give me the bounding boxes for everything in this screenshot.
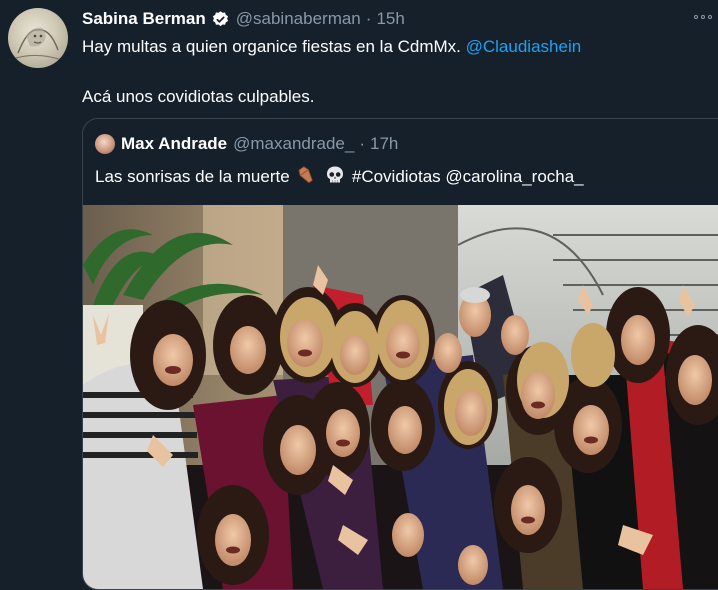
quoted-text-part2: #Covidiotas @carolina_rocha_ [351,167,584,186]
tweet-text-line2: Acá unos covidiotas culpables. [82,87,315,106]
more-options-icon[interactable] [694,10,716,24]
verified-badge-icon [211,10,230,29]
quoted-text: Las sonrisas de la muerte #Covidiotas @c… [95,165,584,188]
quoted-text-part1: Las sonrisas de la muerte [95,167,290,186]
tweet[interactable]: Sabina Berman @sabinaberman · 15h Hay mu… [0,0,718,590]
quoted-author-name: Max Andrade [121,134,228,153]
tweet-header: Sabina Berman @sabinaberman · 15h [82,8,405,30]
author-name[interactable]: Sabina Berman [82,9,206,29]
author-avatar[interactable] [8,8,68,68]
quoted-separator-dot: · [359,134,366,153]
quoted-header: Max Andrade @maxandrade_ · 17h [95,133,398,155]
quoted-author-handle: @maxandrade_ [233,134,355,153]
tweet-text-body: Hay multas a quien organice fiestas en l… [82,37,466,56]
skull-emoji [325,165,345,185]
quoted-time: 17h [370,134,399,153]
separator-dot: · [365,9,372,28]
tweet-text: Hay multas a quien organice fiestas en l… [82,36,702,58]
author-handle[interactable]: @sabinaberman [236,9,361,29]
tweet-time[interactable]: 15h [376,9,404,29]
quoted-photo[interactable] [83,205,718,589]
quoted-author-avatar [95,134,115,154]
coffin-emoji [296,165,316,185]
quoted-tweet[interactable]: Max Andrade @maxandrade_ · 17h Las sonri… [82,118,718,590]
mention-link[interactable]: @Claudiashein [466,37,582,56]
